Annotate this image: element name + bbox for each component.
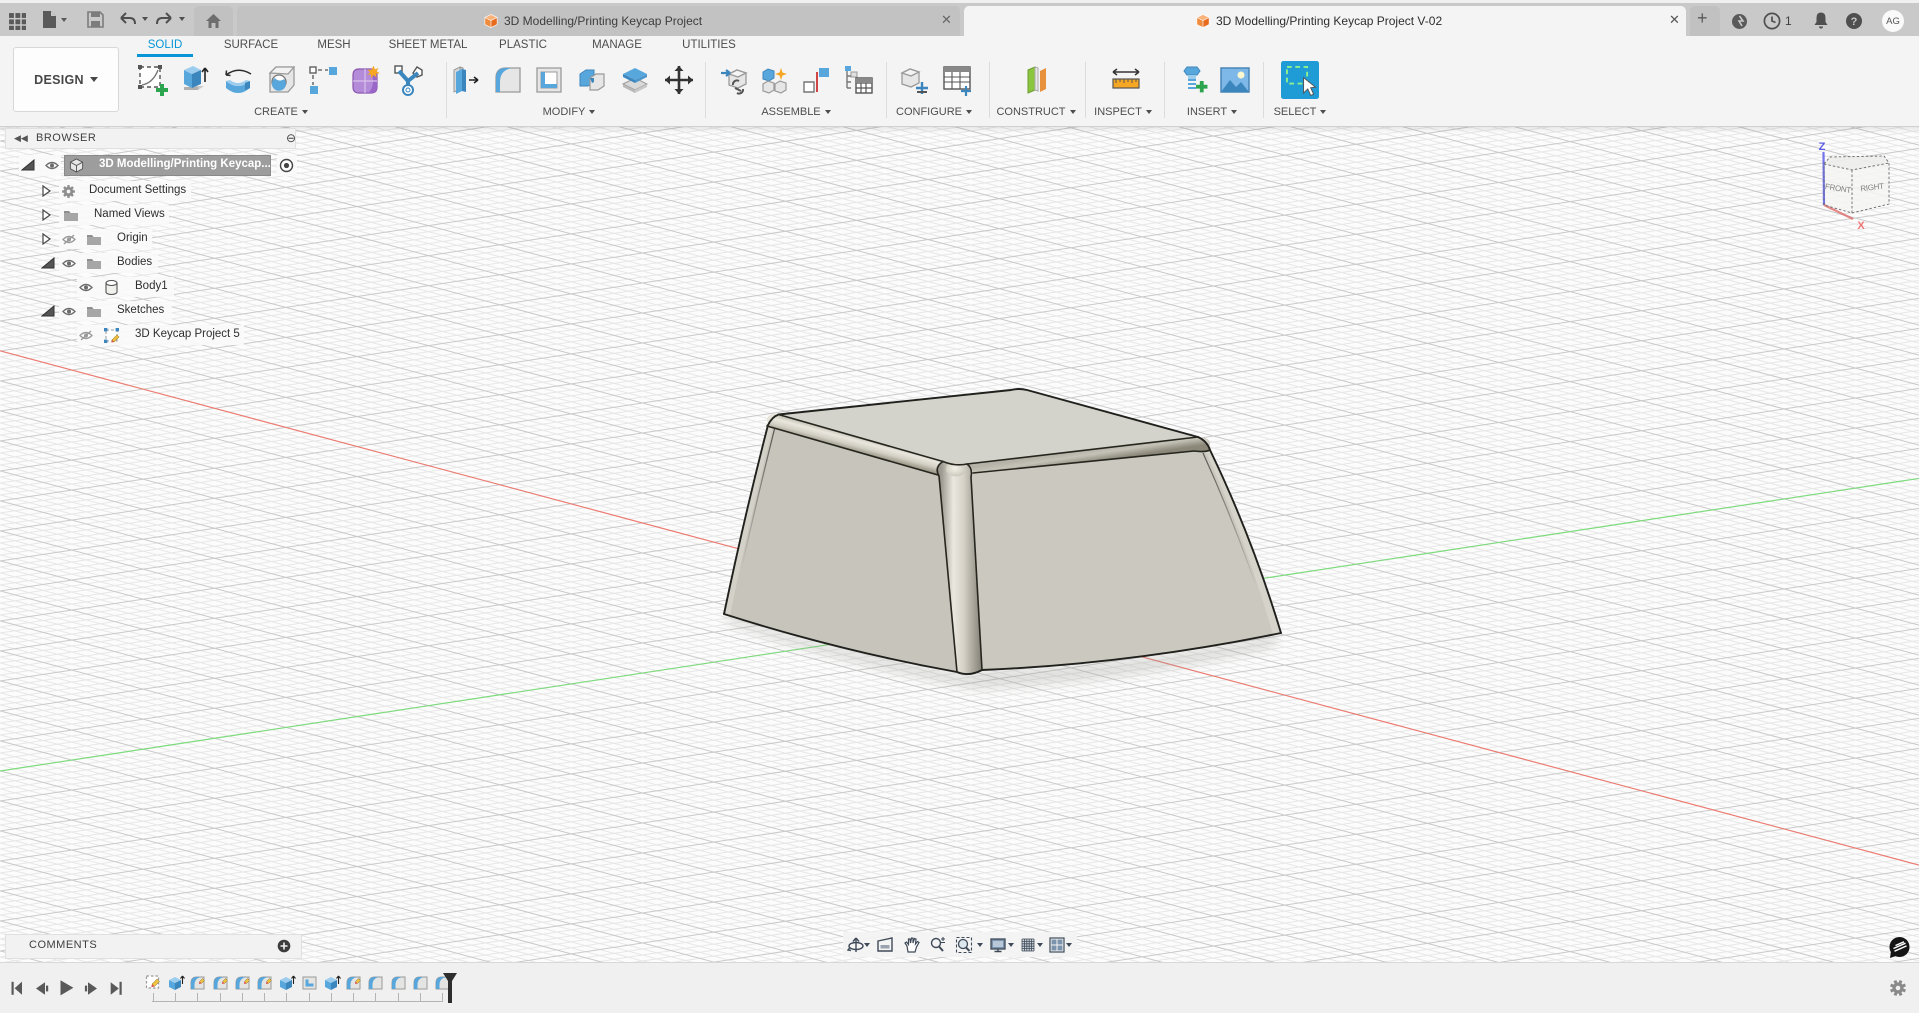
svg-text:Z: Z: [1819, 141, 1826, 153]
svg-text:X: X: [1857, 220, 1865, 232]
svg-text:?: ?: [1851, 16, 1858, 28]
